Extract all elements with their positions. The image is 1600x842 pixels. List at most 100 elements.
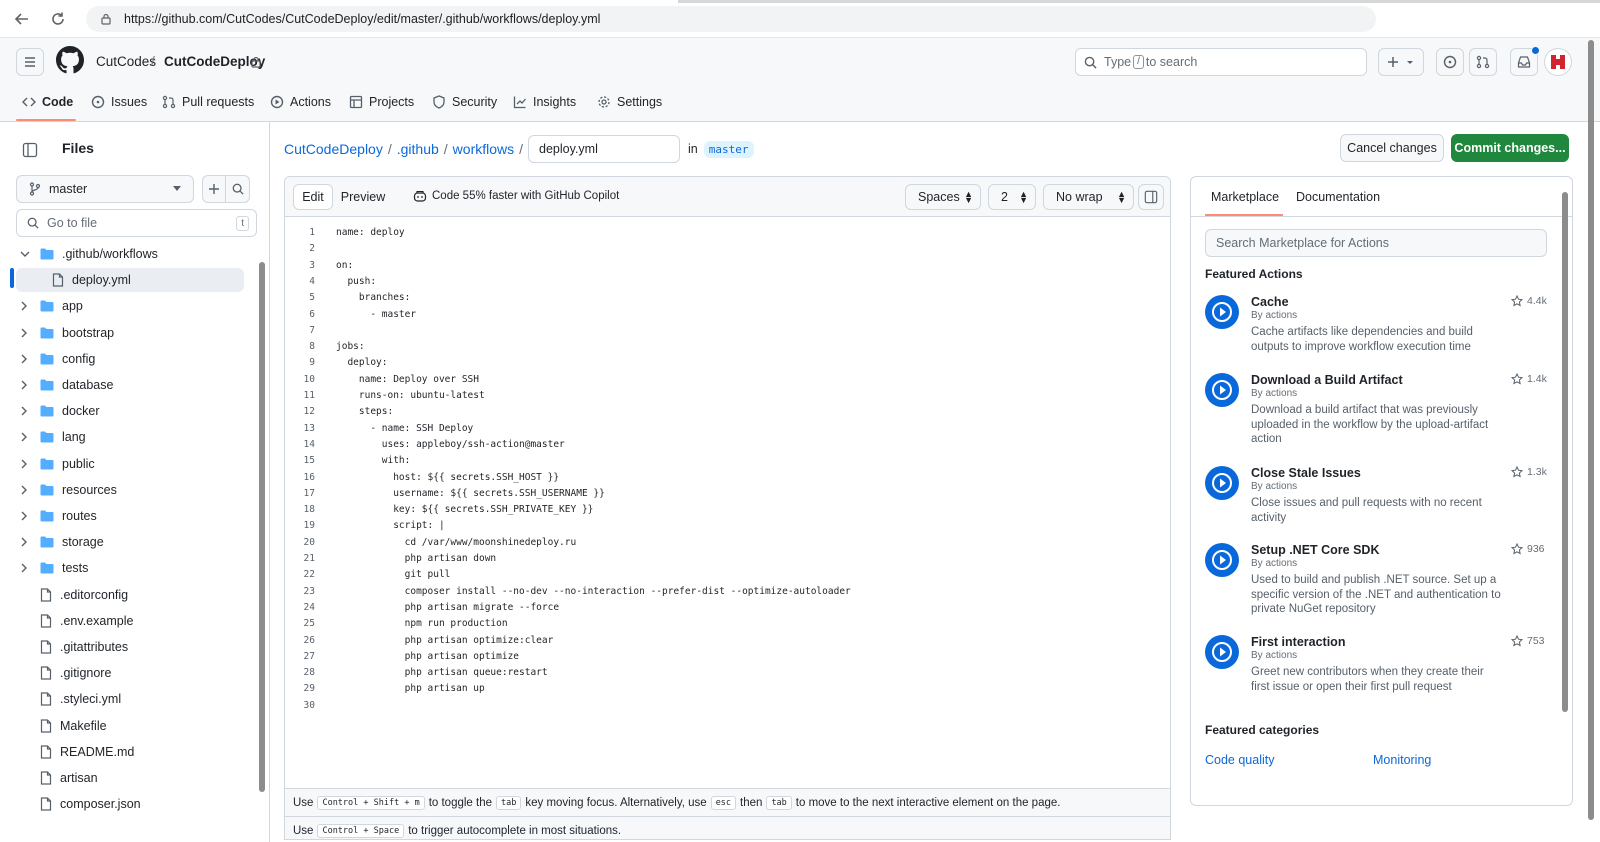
file-tree-scrollbar[interactable] [259, 262, 265, 792]
menu-button[interactable] [16, 48, 44, 76]
code-line[interactable]: 9 deploy: [285, 355, 1170, 371]
marketplace-search-input[interactable]: Search Marketplace for Actions [1205, 229, 1547, 257]
code-line[interactable]: 23 composer install --no-dev --no-intera… [285, 584, 1170, 600]
tree-chevron[interactable] [20, 301, 32, 311]
breadcrumb-owner[interactable]: CutCodes [96, 54, 156, 69]
code-line[interactable]: 22 git pull [285, 567, 1170, 583]
pull-requests-button[interactable] [1469, 48, 1497, 76]
collapse-sidebar-button[interactable] [18, 138, 42, 162]
code-line[interactable]: 17 username: ${{ secrets.SSH_USERNAME }} [285, 486, 1170, 502]
tree-folder[interactable]: lang [16, 425, 244, 449]
code-line[interactable]: 3 on: [285, 258, 1170, 274]
tree-chevron[interactable] [20, 537, 32, 547]
search-files-button[interactable] [226, 175, 250, 203]
indent-size-select[interactable]: 2 ▲ ▼ [988, 184, 1036, 210]
action-name[interactable]: Setup .NET Core SDK [1251, 543, 1380, 557]
code-line[interactable]: 18 key: ${{ secrets.SSH_PRIVATE_KEY }} [285, 502, 1170, 518]
tree-folder[interactable]: config [16, 347, 244, 371]
code-line[interactable]: 12 steps: [285, 404, 1170, 420]
page-scrollbar[interactable] [1588, 40, 1594, 820]
commit-changes-button[interactable]: Commit changes... [1451, 134, 1569, 162]
tree-chevron[interactable] [20, 354, 32, 364]
code-line[interactable]: 28 php artisan queue:restart [285, 665, 1170, 681]
code-line[interactable]: 14 uses: appleboy/ssh-action@master [285, 437, 1170, 453]
tree-chevron[interactable] [20, 511, 32, 521]
tab-security[interactable]: Security [432, 90, 497, 114]
issues-button[interactable] [1436, 48, 1464, 76]
cancel-changes-button[interactable]: Cancel changes [1340, 134, 1444, 162]
category-monitoring[interactable]: Monitoring [1373, 753, 1431, 767]
code-line[interactable]: 24 php artisan migrate --force [285, 600, 1170, 616]
tree-file[interactable]: deploy.yml [16, 268, 244, 293]
tree-file[interactable]: artisan [16, 766, 244, 790]
tree-folder[interactable]: database [16, 373, 244, 397]
tree-chevron[interactable] [20, 459, 32, 469]
action-name[interactable]: Cache [1251, 295, 1289, 309]
tree-folder[interactable]: bootstrap [16, 321, 244, 345]
address-bar[interactable]: https://github.com/CutCodes/CutCodeDeplo… [86, 6, 1376, 32]
code-line[interactable]: 16 host: ${{ secrets.SSH_HOST }} [285, 470, 1170, 486]
go-to-file-input[interactable]: Go to file t [16, 209, 257, 237]
tree-chevron[interactable] [20, 328, 32, 338]
copilot-promo[interactable]: Code 55% faster with GitHub Copilot [413, 190, 619, 202]
marketplace-scrollbar[interactable] [1562, 192, 1568, 712]
tree-folder[interactable]: app [16, 294, 244, 318]
code-line[interactable]: 25 npm run production [285, 616, 1170, 632]
back-icon[interactable] [14, 11, 30, 27]
code-line[interactable]: 1 name: deploy [285, 225, 1170, 241]
action-name[interactable]: Close Stale Issues [1251, 466, 1361, 480]
code-line[interactable]: 11 runs-on: ubuntu-latest [285, 388, 1170, 404]
inbox-button[interactable] [1510, 46, 1540, 76]
tree-folder[interactable]: tests [16, 556, 244, 580]
tab-projects[interactable]: Projects [349, 90, 414, 114]
tree-file[interactable]: Makefile [16, 714, 244, 738]
code-line[interactable]: 2 [285, 241, 1170, 257]
path-workflows-link[interactable]: workflows [453, 141, 514, 157]
category-code-quality[interactable]: Code quality [1205, 753, 1275, 767]
indent-mode-select[interactable]: Spaces ▲ ▼ [905, 184, 981, 210]
tree-folder[interactable]: public [16, 452, 244, 476]
tab-insights[interactable]: Insights [513, 90, 576, 114]
tree-file[interactable]: .editorconfig [16, 583, 244, 607]
tab-marketplace[interactable]: Marketplace [1211, 190, 1279, 204]
code-line[interactable]: 30 [285, 698, 1170, 714]
code-line[interactable]: 20 cd /var/www/moonshinedeploy.ru [285, 535, 1170, 551]
tree-folder[interactable]: resources [16, 478, 244, 502]
tree-folder[interactable]: storage [16, 530, 244, 554]
code-line[interactable]: 10 name: Deploy over SSH [285, 372, 1170, 388]
reload-icon[interactable] [50, 11, 66, 27]
tree-chevron[interactable] [20, 250, 32, 258]
wrap-mode-select[interactable]: No wrap ▲ ▼ [1043, 184, 1134, 210]
tab-settings[interactable]: Settings [597, 90, 662, 114]
code-line[interactable]: 6 - master [285, 307, 1170, 323]
tree-file[interactable]: .gitignore [16, 661, 244, 685]
tree-chevron[interactable] [20, 406, 32, 416]
tab-documentation[interactable]: Documentation [1296, 190, 1380, 204]
filename-input[interactable]: deploy.yml [528, 135, 681, 163]
tree-chevron[interactable] [20, 485, 32, 495]
code-line[interactable]: 8 jobs: [285, 339, 1170, 355]
code-line[interactable]: 19 script: | [285, 518, 1170, 534]
avatar[interactable] [1544, 48, 1572, 76]
action-name[interactable]: Download a Build Artifact [1251, 373, 1403, 387]
tab-issues[interactable]: Issues [91, 90, 147, 114]
tree-file[interactable]: README.md [16, 740, 244, 764]
code-line[interactable]: 13 - name: SSH Deploy [285, 421, 1170, 437]
github-logo-icon[interactable] [56, 46, 84, 74]
code-line[interactable]: 21 php artisan down [285, 551, 1170, 567]
code-line[interactable]: 5 branches: [285, 290, 1170, 306]
tree-chevron[interactable] [20, 563, 32, 573]
code-line[interactable]: 26 php artisan optimize:clear [285, 633, 1170, 649]
tree-folder[interactable]: docker [16, 399, 244, 423]
tab-edit[interactable]: Edit [293, 184, 333, 210]
tree-file[interactable]: composer.json [16, 792, 244, 816]
code-line[interactable]: 27 php artisan optimize [285, 649, 1170, 665]
global-search-input[interactable]: Type / to search [1075, 48, 1367, 76]
tree-folder[interactable]: routes [16, 504, 244, 528]
path-github-link[interactable]: .github [397, 141, 439, 157]
code-line[interactable]: 15 with: [285, 453, 1170, 469]
create-new-button[interactable] [1378, 48, 1424, 76]
path-repo-link[interactable]: CutCodeDeploy [284, 141, 383, 157]
tree-file[interactable]: .styleci.yml [16, 687, 244, 711]
tab-preview[interactable]: Preview [333, 184, 393, 210]
